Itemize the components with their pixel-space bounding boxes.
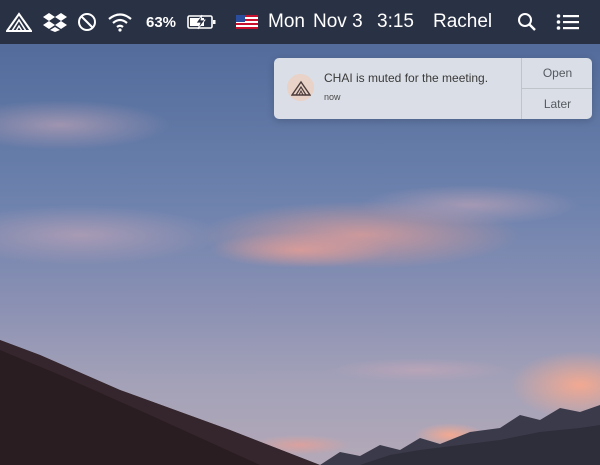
notification-actions: Open Later (521, 58, 592, 119)
later-button[interactable]: Later (522, 88, 592, 119)
menu-bar: 63% Mon Nov 3 3:15 Rachel (0, 0, 600, 44)
do-not-disturb-icon[interactable] (77, 0, 97, 44)
chai-mountain-icon (287, 74, 314, 101)
dropbox-icon[interactable] (43, 0, 67, 44)
spotlight-search-icon[interactable] (517, 0, 537, 44)
notification-banner[interactable]: CHAI is muted for the meeting. now Open … (274, 58, 592, 119)
open-button[interactable]: Open (522, 58, 592, 89)
notification-center-icon[interactable] (556, 0, 580, 44)
battery-percent: 63% (146, 13, 177, 31)
notification-timestamp: now (324, 92, 341, 102)
menubar-date[interactable]: Nov 3 (313, 0, 363, 44)
chai-mountain-icon[interactable] (6, 0, 32, 44)
us-flag-icon[interactable] (236, 0, 258, 44)
menubar-clock[interactable]: 3:15 (377, 0, 414, 44)
menubar-day[interactable]: Mon (268, 0, 305, 44)
menubar-user[interactable]: Rachel (433, 0, 492, 44)
notification-title: CHAI is muted for the meeting. (324, 71, 489, 85)
battery-charging-icon[interactable] (187, 0, 217, 44)
wifi-icon[interactable] (107, 0, 133, 44)
